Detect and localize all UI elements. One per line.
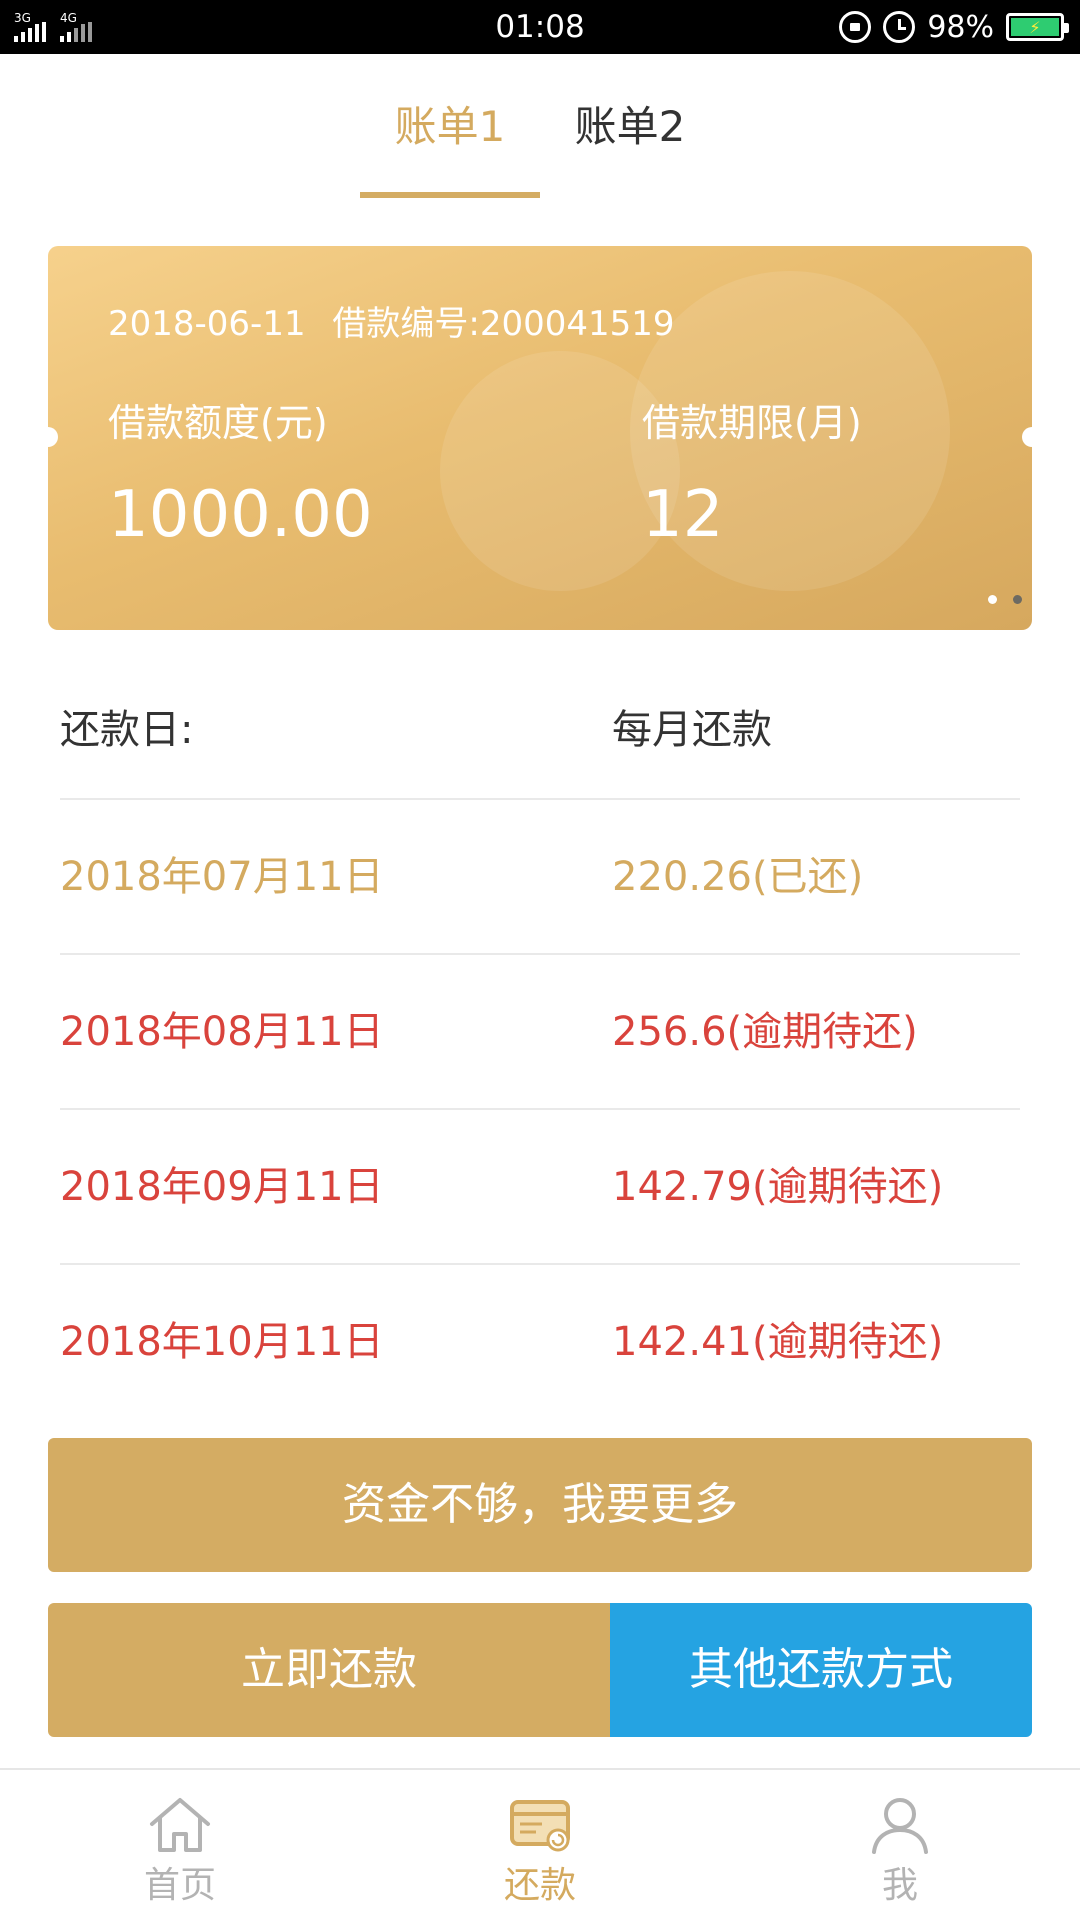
schedule-row: 2018年09月11日 142.79(逾期待还): [60, 1110, 1020, 1265]
home-icon: [150, 1798, 210, 1852]
loan-meta: 2018-06-11 借款编号:200041519: [108, 296, 675, 345]
nav-home-label: 首页: [143, 1865, 216, 1906]
nav-home[interactable]: 首页: [100, 1770, 260, 1920]
page-dot[interactable]: [988, 595, 997, 604]
card-page-indicator[interactable]: [988, 595, 1022, 604]
amount-value: 1000.00: [108, 478, 373, 552]
nav-me[interactable]: 我: [820, 1770, 980, 1920]
repayment-schedule: 还款日: 每月还款 2018年07月11日 220.26(已还) 2018年08…: [60, 660, 1020, 1420]
header-date: 还款日:: [60, 707, 194, 753]
loan-number: 借款编号:200041519: [332, 304, 675, 344]
schedule-row: 2018年08月11日 256.6(逾期待还): [60, 955, 1020, 1110]
bill-tabs: 账单1 账单2: [0, 54, 1080, 199]
nav-repay-label: 还款: [503, 1865, 576, 1906]
more-funds-button[interactable]: 资金不够，我要更多: [48, 1438, 1032, 1572]
status-time: 01:08: [495, 9, 585, 45]
card-notch-right: [1022, 427, 1032, 447]
row-amount: 220.26(已还): [612, 854, 864, 900]
tab-bill-1[interactable]: 账单1: [360, 54, 540, 199]
row-date: 2018年10月11日: [60, 1319, 384, 1365]
row-date: 2018年09月11日: [60, 1164, 384, 1210]
active-tab-indicator: [360, 192, 540, 198]
repay-card-icon: [510, 1800, 570, 1852]
schedule-header: 还款日: 每月还款: [60, 660, 1020, 800]
repay-actions: 立即还款 其他还款方式: [48, 1603, 1032, 1737]
other-methods-button[interactable]: 其他还款方式: [610, 1603, 1032, 1737]
term-label: 借款期限(月): [642, 401, 862, 445]
row-amount: 142.79(逾期待还): [612, 1164, 944, 1210]
loan-summary-card[interactable]: 2018-06-11 借款编号:200041519 借款额度(元) 借款期限(月…: [48, 246, 1032, 630]
row-amount: 142.41(逾期待还): [612, 1319, 944, 1365]
page-dot-active[interactable]: [1013, 595, 1022, 604]
loan-date: 2018-06-11: [108, 304, 306, 344]
bottom-nav: 首页 还款 我: [0, 1768, 1080, 1920]
row-date: 2018年08月11日: [60, 1009, 384, 1055]
battery-icon: ⚡: [1006, 13, 1069, 41]
nav-me-label: 我: [881, 1865, 918, 1906]
row-date: 2018年07月11日: [60, 854, 384, 900]
schedule-row: 2018年07月11日 220.26(已还): [60, 800, 1020, 955]
user-icon: [872, 1798, 928, 1854]
nav-repay[interactable]: 还款: [460, 1770, 620, 1920]
amount-label: 借款额度(元): [108, 401, 328, 445]
pay-now-button[interactable]: 立即还款: [48, 1603, 610, 1737]
row-amount: 256.6(逾期待还): [612, 1009, 918, 1055]
status-bar: 3G 4G 01:08 98% ⚡: [0, 0, 1080, 54]
card-notch-left: [48, 427, 58, 447]
header-amount: 每月还款: [612, 707, 772, 753]
schedule-row: 2018年10月11日 142.41(逾期待还): [60, 1265, 1020, 1420]
tab-bill-2[interactable]: 账单2: [540, 54, 720, 199]
term-value: 12: [642, 478, 724, 552]
